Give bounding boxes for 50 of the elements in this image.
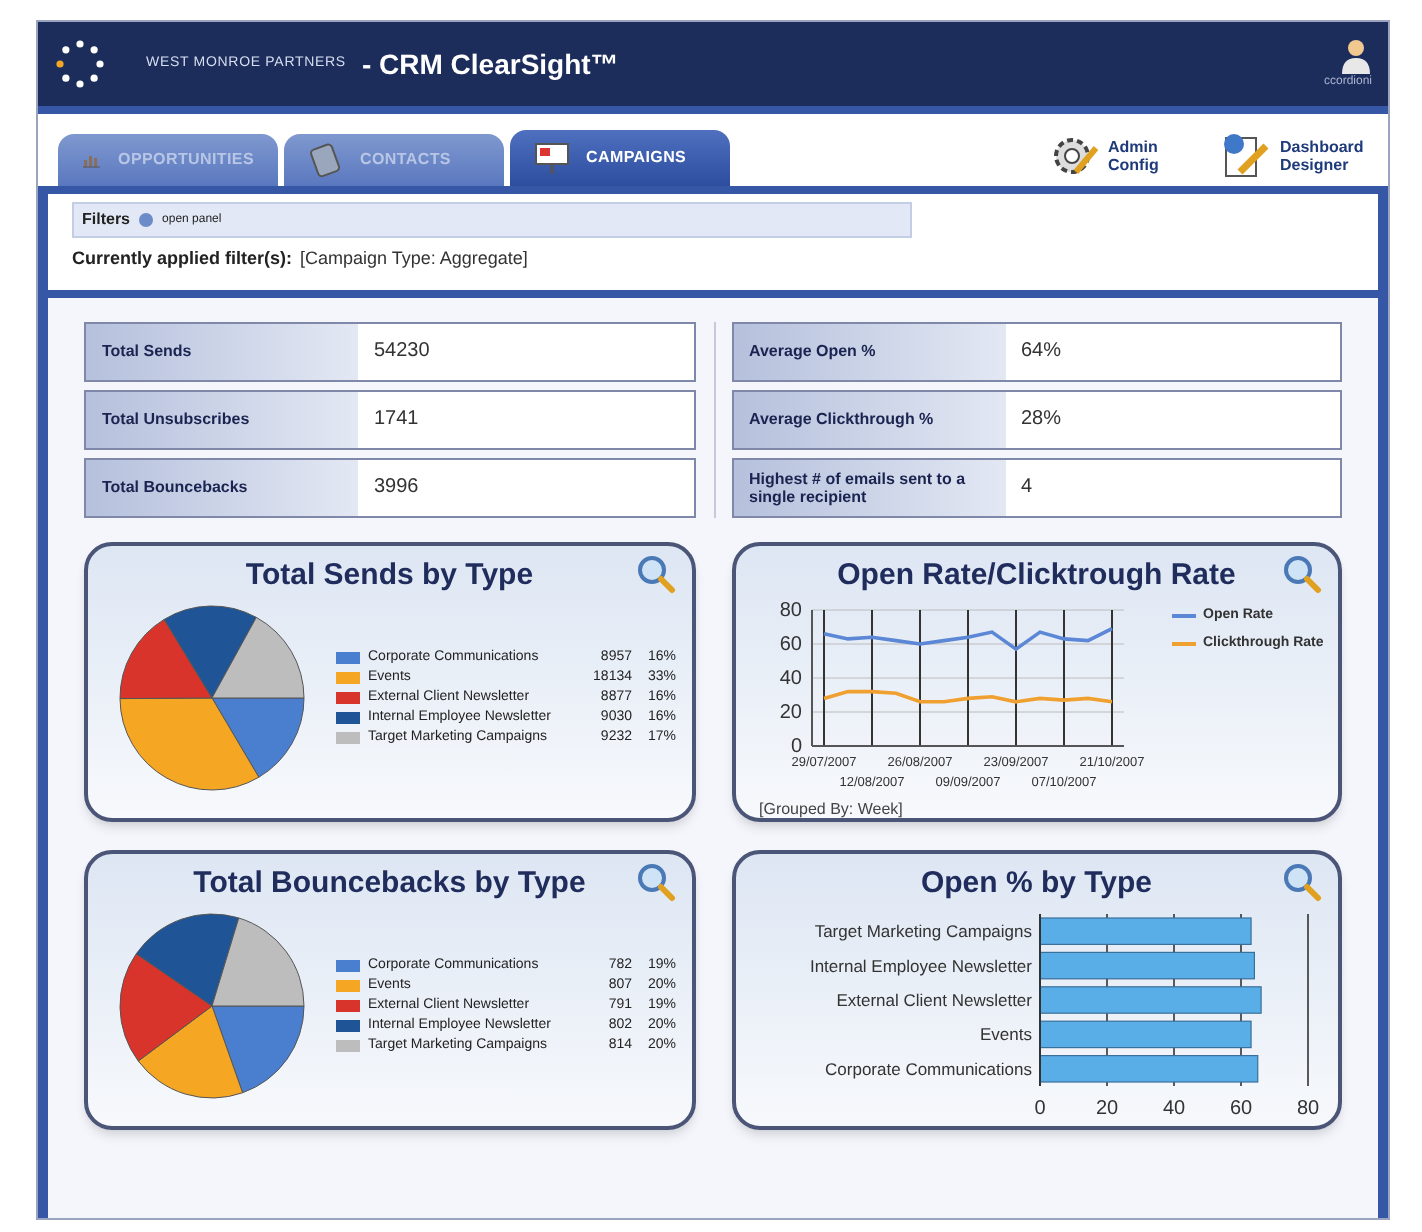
x-tick-label: 40 — [1163, 1097, 1186, 1119]
chart-title: Total Bouncebacks by Type — [193, 863, 586, 903]
applied-filter-value: [Campaign Type: Aggregate] — [300, 246, 528, 272]
x-tick-label: 60 — [1230, 1097, 1253, 1119]
stat-label: Total Bouncebacks — [102, 478, 248, 496]
stat-value: 1741 — [372, 406, 421, 434]
y-tick-label: 80 — [778, 599, 801, 621]
chart-title: Open % by Type — [920, 863, 1153, 903]
search-icon[interactable] — [635, 553, 675, 593]
category-label: Target Marketing Campaigns — [815, 920, 1033, 941]
x-tick-label: 20 — [1096, 1097, 1119, 1119]
chart-title: Total Sends by Type — [245, 555, 534, 595]
applied-filter-label: Currently applied filter(s): — [72, 246, 293, 272]
toolbar-button[interactable]: Dashboard Designer — [1220, 132, 1368, 180]
stat-value: 64% — [1019, 338, 1064, 366]
address-card-icon — [308, 142, 344, 178]
dotted-ring-logo — [54, 38, 106, 90]
stat-label: Average Clickthrough % — [749, 410, 934, 428]
stat-value: 28% — [1019, 406, 1064, 434]
user-icon[interactable] — [1340, 37, 1372, 73]
nav-tab[interactable]: CAMPAIGNS — [510, 130, 730, 186]
toolbar-button[interactable]: Admin Config — [1048, 132, 1196, 180]
stat-value: 54230 — [372, 338, 432, 366]
search-icon[interactable] — [635, 861, 675, 901]
x-tick-label: 0 — [1034, 1097, 1047, 1119]
grouping-note: [Grouped By: Week] — [759, 797, 905, 821]
y-tick-label: 40 — [778, 667, 801, 689]
stat-value: 4 — [1019, 474, 1035, 502]
category-label: Internal Employee Newsletter — [810, 954, 1033, 975]
x-tick-label: 80 — [1297, 1097, 1320, 1119]
search-icon[interactable] — [1282, 861, 1322, 901]
stat-label: Highest # of emails sent to a single recipient — [749, 469, 968, 505]
category-label: External Client Newsletter — [836, 989, 1033, 1009]
pencil-document-icon — [1220, 132, 1272, 180]
stat-label: Total Sends — [102, 342, 192, 360]
stat-label: Average Open % — [749, 342, 876, 360]
category-label: Corporate Communications — [825, 1057, 1033, 1078]
product-name: - CRM ClearSight™ — [361, 45, 619, 84]
gear-icon — [1048, 132, 1100, 180]
stat-value: 3996 — [372, 474, 421, 502]
y-tick-label: 60 — [778, 633, 801, 655]
y-tick-label: 20 — [778, 701, 801, 723]
chart-title: Open Rate/Clicktrough Rate — [837, 555, 1236, 595]
filters-title: Filters — [82, 208, 131, 232]
category-label: Events — [980, 1023, 1033, 1044]
stat-label: Total Unsubscribes — [102, 410, 250, 428]
y-tick-label: 0 — [789, 735, 801, 757]
search-icon[interactable] — [1282, 553, 1322, 593]
presentation-board-icon — [534, 140, 570, 176]
toggle-icon — [138, 212, 155, 228]
